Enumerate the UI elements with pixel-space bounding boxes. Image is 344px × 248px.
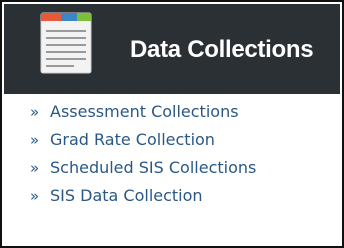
bullet-glyph: » xyxy=(30,103,40,121)
bullet-glyph: » xyxy=(30,131,40,149)
panel-title: Data Collections xyxy=(130,36,314,63)
link-label[interactable]: Assessment Collections xyxy=(50,102,239,121)
link-label[interactable]: SIS Data Collection xyxy=(50,186,203,205)
panel-header: Data Collections xyxy=(4,4,340,94)
link-assessment-collections[interactable]: » Assessment Collections xyxy=(30,98,256,126)
collection-links-list: » Assessment Collections » Grad Rate Colle… xyxy=(30,98,256,210)
link-label[interactable]: Grad Rate Collection xyxy=(50,130,215,149)
link-grad-rate-collection[interactable]: » Grad Rate Collection xyxy=(30,126,256,154)
bullet-glyph: » xyxy=(30,159,40,177)
link-label[interactable]: Scheduled SIS Collections xyxy=(50,158,256,177)
link-scheduled-sis-collections[interactable]: » Scheduled SIS Collections xyxy=(30,154,256,182)
document-icon xyxy=(40,12,92,74)
link-sis-data-collection[interactable]: » SIS Data Collection xyxy=(30,182,256,210)
data-collections-panel: Data Collections » Assessment Collections… xyxy=(0,0,344,248)
bullet-glyph: » xyxy=(30,187,40,205)
